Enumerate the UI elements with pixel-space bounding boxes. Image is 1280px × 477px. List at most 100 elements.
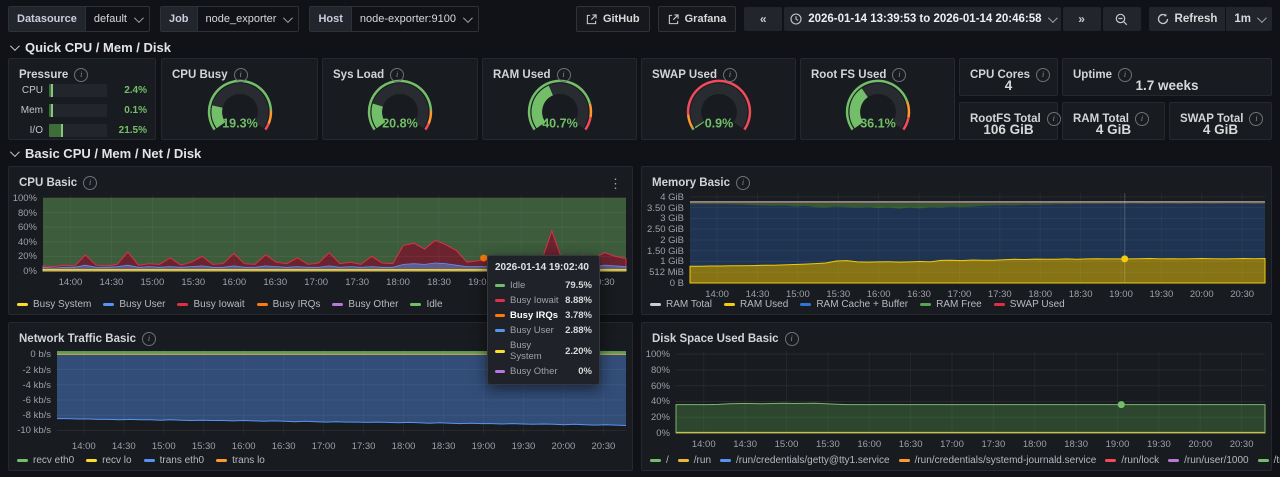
- legend-marker: [920, 303, 931, 306]
- var-datasource-select[interactable]: default: [85, 7, 149, 31]
- legend-label: /tmp: [1274, 455, 1280, 466]
- grafana-link-label: Grafana: [685, 13, 727, 25]
- panel-ram-used: RAM Usedi 40.7%: [482, 58, 637, 140]
- panel-cpu-cores: CPU Coresi 4: [959, 58, 1058, 96]
- y-axis-tick: -4 kb/s: [9, 380, 51, 391]
- legend-label: /run/lock: [1121, 455, 1159, 466]
- series-value: 8.88%: [565, 295, 592, 306]
- refresh-button[interactable]: Refresh: [1149, 7, 1226, 31]
- y-axis-tick: 60%: [642, 381, 670, 392]
- chevron-down-icon: [283, 13, 293, 23]
- info-icon[interactable]: i: [390, 68, 404, 82]
- legend-item[interactable]: RAM Cache + Buffer: [800, 299, 908, 310]
- panel-cpu-busy: CPU Busyi 19.3%: [161, 58, 318, 140]
- x-axis-tick: 16:30: [255, 277, 295, 288]
- disk-space-used-basic-chart[interactable]: 100%80%60%40%20%0%14:0014:3015:0015:3016…: [642, 323, 1271, 470]
- x-axis-tick: 17:30: [344, 441, 384, 452]
- time-shift-forward-button[interactable]: »: [1063, 7, 1101, 31]
- legend-item[interactable]: Busy Iowait: [177, 299, 244, 310]
- legend-label: Idle: [426, 299, 442, 310]
- legend-marker: [724, 303, 735, 306]
- legend-label: /run: [694, 455, 711, 466]
- legend-label: Busy Other: [348, 299, 398, 310]
- series-label: Busy System: [510, 340, 560, 362]
- tooltip-row: Busy Iowait8.88%: [495, 295, 592, 306]
- panel-title: Root FS Used: [811, 69, 886, 81]
- legend-label: trans eth0: [160, 455, 204, 466]
- time-range-picker[interactable]: 2026-01-14 13:39:53 to 2026-01-14 20:46:…: [784, 7, 1060, 31]
- memory-basic-chart[interactable]: 4 GiB3.50 GiB3 GiB2.50 GiB2 GiB1.50 GiB1…: [642, 167, 1271, 314]
- pressure-label: I/O: [15, 125, 43, 136]
- legend-item[interactable]: /run/credentials/getty@tty1.service: [720, 455, 890, 466]
- time-shift-back-button[interactable]: «: [744, 7, 782, 31]
- info-icon[interactable]: i: [234, 68, 248, 82]
- refresh-interval-select[interactable]: 1m: [1226, 7, 1272, 31]
- legend-marker: [410, 303, 421, 306]
- tooltip-row: Busy User2.88%: [495, 325, 592, 336]
- x-axis-tick: 20:00: [1182, 289, 1222, 300]
- x-axis-tick: 14:30: [91, 277, 131, 288]
- info-icon[interactable]: i: [557, 68, 571, 82]
- panel-uptime: Uptimei 1.7 weeks: [1062, 58, 1272, 96]
- legend-item[interactable]: RAM Used: [724, 299, 788, 310]
- series-value: 0%: [578, 366, 592, 377]
- pressure-label: CPU: [15, 85, 43, 96]
- legend-item[interactable]: recv eth0: [17, 455, 74, 466]
- y-axis-tick: 40%: [642, 396, 670, 407]
- row-basic-cpu-mem-net-disk[interactable]: Basic CPU / Mem / Net / Disk: [10, 146, 201, 161]
- legend-item[interactable]: Busy Other: [332, 299, 398, 310]
- legend-item[interactable]: Busy User: [103, 299, 165, 310]
- legend-item[interactable]: /run: [678, 455, 711, 466]
- time-range-text: 2026-01-14 13:39:53 to 2026-01-14 20:46:…: [808, 13, 1041, 25]
- var-job-label: Job: [161, 7, 197, 31]
- github-link-button[interactable]: GitHub: [576, 6, 650, 32]
- chevron-down-icon: [1048, 13, 1058, 23]
- series-value: 2.20%: [565, 346, 592, 357]
- legend-item[interactable]: Idle: [410, 299, 442, 310]
- var-job-select[interactable]: node_exporter: [197, 7, 299, 31]
- grafana-link-button[interactable]: Grafana: [658, 6, 737, 32]
- legend-item[interactable]: recv lo: [86, 455, 131, 466]
- chart-legend: / /run/run/credentials/getty@tty1.service…: [650, 455, 1280, 466]
- x-axis-tick: 18:00: [384, 441, 424, 452]
- bar-fill: [49, 84, 53, 97]
- legend-item[interactable]: /run/lock: [1105, 455, 1159, 466]
- legend-item[interactable]: RAM Total: [650, 299, 712, 310]
- legend-item[interactable]: trans eth0: [144, 455, 204, 466]
- y-axis-tick: 1.50 GiB: [642, 246, 684, 257]
- github-link-label: GitHub: [603, 13, 640, 25]
- legend-marker: [1105, 459, 1116, 462]
- y-axis-tick: 0%: [9, 266, 37, 277]
- x-axis-tick: 17:00: [296, 277, 336, 288]
- legend-marker: [1258, 459, 1269, 462]
- legend-item[interactable]: SWAP Used: [994, 299, 1065, 310]
- var-host-select[interactable]: node-exporter:9100: [351, 7, 478, 31]
- info-icon[interactable]: i: [723, 68, 737, 82]
- y-axis-tick: 60%: [9, 222, 37, 233]
- y-axis-tick: 100%: [9, 193, 37, 204]
- series-label: Busy Other: [510, 366, 558, 377]
- legend-item[interactable]: trans lo: [216, 455, 265, 466]
- legend-item[interactable]: Busy System: [17, 299, 91, 310]
- panel-title: Sys Load: [333, 69, 384, 81]
- stat-value: 4 GiB: [1170, 122, 1271, 137]
- row-title: Basic CPU / Mem / Net / Disk: [25, 146, 201, 161]
- external-link-icon: [668, 14, 679, 25]
- x-axis-tick: 20:30: [583, 441, 623, 452]
- legend-item[interactable]: /run/user/1000: [1168, 455, 1249, 466]
- legend-item[interactable]: /tmp: [1258, 455, 1280, 466]
- panel-title: CPU Busy: [172, 69, 228, 81]
- legend-marker: [144, 459, 155, 462]
- legend-item[interactable]: RAM Free: [920, 299, 982, 310]
- zoom-out-button[interactable]: [1103, 7, 1141, 31]
- legend-label: /: [666, 455, 669, 466]
- x-axis-tick: 16:30: [264, 441, 304, 452]
- x-axis-tick: 20:00: [1180, 439, 1220, 450]
- legend-item[interactable]: /: [650, 455, 669, 466]
- info-icon[interactable]: i: [892, 68, 906, 82]
- legend-item[interactable]: /run/credentials/systemd-journald.servic…: [899, 455, 1097, 466]
- row-quick-cpu-mem-disk[interactable]: Quick CPU / Mem / Disk: [10, 40, 171, 55]
- legend-item[interactable]: Busy IRQs: [257, 299, 321, 310]
- pressure-value: 0.1%: [113, 105, 147, 116]
- y-axis-tick: 40%: [9, 237, 37, 248]
